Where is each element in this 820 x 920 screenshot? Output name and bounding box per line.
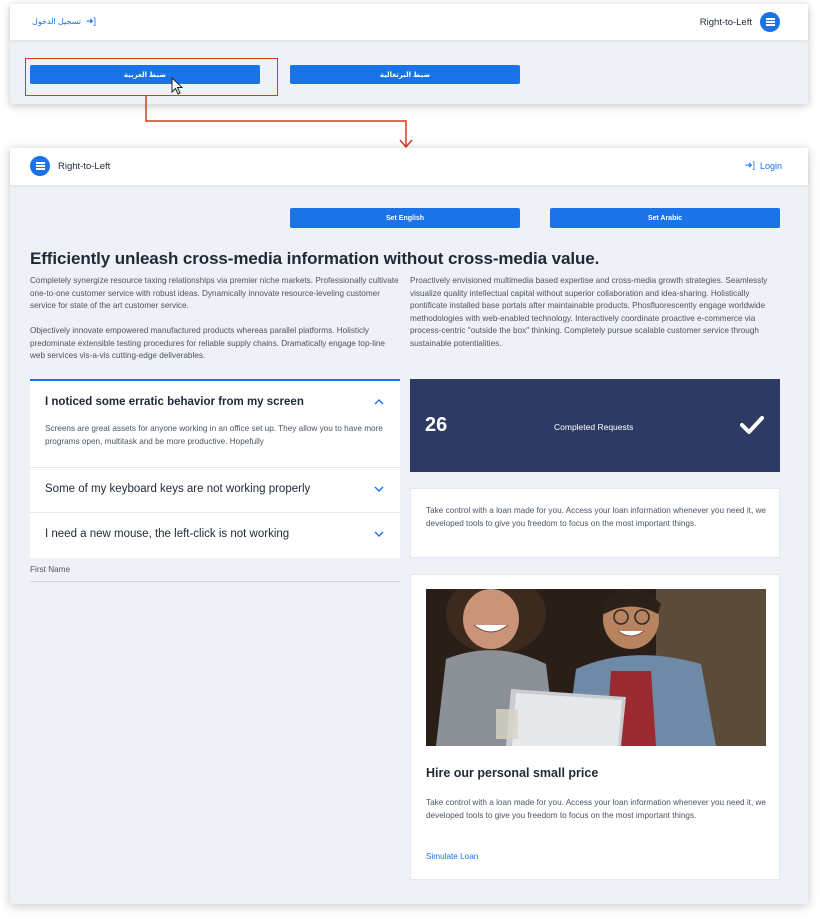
rtl-brand-name: Right-to-Left bbox=[699, 16, 752, 28]
paragraph-left-1: Completely synergize resource taxing rel… bbox=[30, 276, 399, 310]
ltr-navbar: Right-to-Left ➜] Login bbox=[10, 148, 808, 185]
ltr-page-panel: Right-to-Left ➜] Login Set English Set A… bbox=[10, 148, 808, 904]
simulate-loan-link[interactable]: Simulate Loan bbox=[426, 852, 478, 861]
sign-in-icon: ➜] bbox=[744, 160, 755, 170]
login-link[interactable]: ➜] Login bbox=[745, 160, 782, 171]
stat-label: Completed Requests bbox=[554, 422, 634, 432]
chevron-up-icon bbox=[373, 396, 385, 408]
info-text: Take control with a loan made for you. A… bbox=[426, 506, 766, 528]
accordion-body: Screens are great assets for anyone work… bbox=[45, 424, 383, 446]
accordion-title: Some of my keyboard keys are not working… bbox=[45, 483, 311, 495]
accordion-item: I need a new mouse, the left-click is no… bbox=[30, 513, 400, 558]
promo-card: Hire our personal small price Take contr… bbox=[410, 574, 780, 880]
promo-photo bbox=[426, 589, 766, 746]
first-name-input[interactable] bbox=[30, 581, 400, 582]
paragraph-right: Proactively envisioned multimedia based … bbox=[410, 276, 768, 348]
rtl-login-link[interactable]: تسجيل الدخول ➜] bbox=[32, 16, 96, 27]
first-name-label: First Name bbox=[30, 565, 71, 574]
info-card: Take control with a loan made for you. A… bbox=[410, 488, 780, 558]
checkmark-icon bbox=[740, 416, 764, 434]
highlight-box bbox=[25, 58, 278, 96]
accordion-header-mouse[interactable]: I need a new mouse, the left-click is no… bbox=[30, 513, 400, 555]
accordion-item: I noticed some erratic behavior from my … bbox=[30, 381, 400, 468]
accordion-item: Some of my keyboard keys are not working… bbox=[30, 468, 400, 513]
mouse-cursor-icon bbox=[171, 77, 184, 95]
accordion-header-keyboard[interactable]: Some of my keyboard keys are not working… bbox=[30, 468, 400, 510]
rtl-brand[interactable]: Right-to-Left bbox=[700, 12, 780, 32]
login-label: Login bbox=[759, 160, 782, 171]
stat-value: 26 bbox=[425, 414, 448, 436]
chevron-down-icon bbox=[373, 528, 385, 540]
logo-icon bbox=[30, 156, 50, 176]
accordion-title: I noticed some erratic behavior from my … bbox=[45, 396, 304, 408]
accordion-header-screen[interactable]: I noticed some erratic behavior from my … bbox=[30, 381, 400, 423]
promo-text: Take control with a loan made for you. A… bbox=[426, 798, 766, 820]
ltr-brand-name: Right-to-Left bbox=[58, 160, 111, 172]
sign-in-icon: ➜] bbox=[85, 16, 97, 26]
rtl-login-label: تسجيل الدخول bbox=[32, 17, 81, 26]
set-english-button[interactable]: Set English bbox=[290, 208, 520, 228]
set-portuguese-button-rtl[interactable]: ضبط البرتغالية bbox=[290, 65, 520, 84]
logo-icon bbox=[760, 12, 780, 32]
paragraph-left-2: Objectively innovate empowered manufactu… bbox=[30, 326, 385, 360]
promo-title: Hire our personal small price bbox=[426, 766, 599, 780]
rtl-navbar: تسجيل الدخول ➜] Right-to-Left bbox=[10, 4, 808, 40]
completed-requests-card: 26 Completed Requests bbox=[410, 379, 780, 472]
accordion-title: I need a new mouse, the left-click is no… bbox=[45, 528, 290, 540]
faq-accordion: I noticed some erratic behavior from my … bbox=[30, 379, 400, 558]
chevron-down-icon bbox=[373, 483, 385, 495]
page-headline: Efficiently unleash cross-media informat… bbox=[30, 249, 600, 268]
ltr-brand[interactable]: Right-to-Left bbox=[30, 156, 110, 176]
rtl-preview-panel: تسجيل الدخول ➜] Right-to-Left ضبط العربي… bbox=[10, 4, 808, 104]
set-arabic-button[interactable]: Set Arabic bbox=[550, 208, 780, 228]
